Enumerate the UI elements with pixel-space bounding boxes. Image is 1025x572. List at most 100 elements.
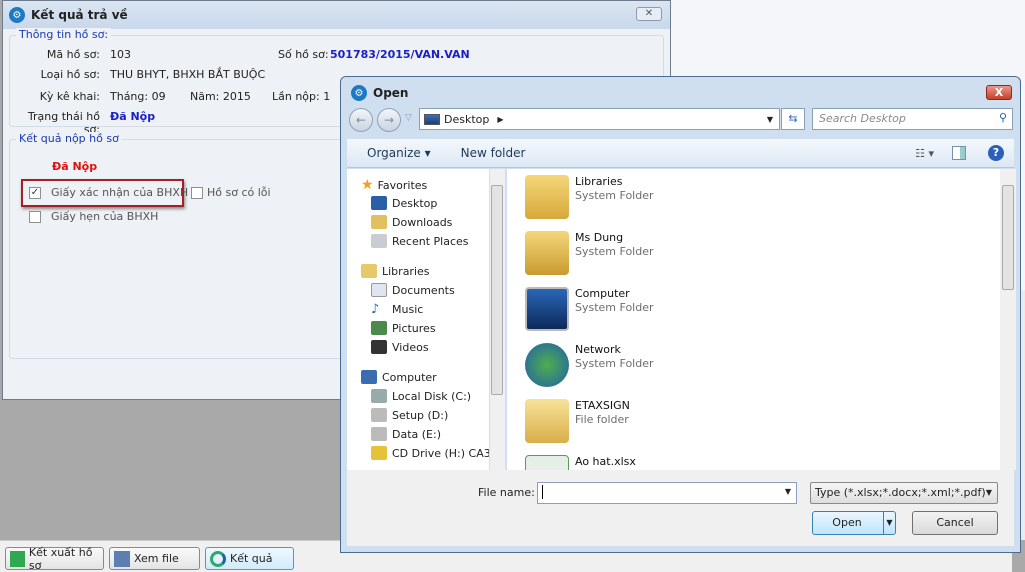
downloads-icon: [371, 215, 387, 229]
nav-label: CD Drive (H:) CA3: [392, 446, 491, 460]
address-bar[interactable]: Desktop ▶ ▼: [419, 108, 780, 130]
file-item[interactable]: Ms Dung System Folder: [525, 231, 654, 275]
label: Mã hồ sơ:: [46, 48, 100, 61]
search-icon: ⚲: [998, 111, 1007, 124]
organize-button[interactable]: Organize ▾: [367, 146, 431, 160]
nav-scrollbar-thumb[interactable]: [491, 185, 503, 395]
checkbox-label: Giấy hẹn của BHXH: [51, 210, 159, 223]
file-item[interactable]: Computer System Folder: [525, 287, 654, 331]
file-item[interactable]: Ao hat.xlsx: [525, 455, 636, 470]
nav-desktop[interactable]: Desktop: [371, 196, 437, 210]
nav-videos[interactable]: Videos: [371, 340, 429, 354]
file-list: Libraries System Folder Ms Dung System Fol…: [507, 169, 1000, 470]
nav-favorites[interactable]: ★ Favorites: [361, 177, 427, 193]
nav-cd-drive[interactable]: CD Drive (H:) CA3: [371, 446, 491, 460]
file-type-select[interactable]: Type (*.xlsx;*.docx;*.xml;*.pdf) ▼: [810, 482, 998, 504]
nav-local-disk[interactable]: Local Disk (C:): [371, 389, 471, 403]
button-label: Kết quả: [230, 552, 273, 565]
loai-ho-so: THU BHYT, BHXH BẮT BUỘC: [110, 68, 266, 81]
videos-icon: [371, 340, 387, 354]
open-dialog: ⚙ Open X ← → ▽ Desktop ▶ ▼ ⇆ Search Desktop…: [340, 76, 1021, 553]
view-file-icon: [114, 550, 130, 567]
file-name: Libraries: [575, 175, 623, 188]
file-name: Ao hat.xlsx: [575, 455, 636, 468]
back-button[interactable]: ←: [349, 108, 373, 132]
file-item[interactable]: ETAXSIGN File folder: [525, 399, 630, 443]
checkbox-ho-so-co-loi[interactable]: [191, 187, 203, 199]
refresh-icon: [210, 550, 226, 567]
computer-icon: [525, 287, 569, 331]
nav-documents[interactable]: Documents: [371, 283, 455, 297]
lan-nop: Lần nộp: 1: [272, 90, 331, 103]
folder-icon: [525, 399, 569, 443]
nav-label: Computer: [382, 370, 437, 384]
drive-icon: [371, 427, 387, 441]
preview-pane-icon[interactable]: [952, 146, 966, 160]
app-icon: ⚙: [9, 7, 25, 23]
file-item[interactable]: Network System Folder: [525, 343, 654, 387]
nav-libraries[interactable]: Libraries: [361, 264, 430, 278]
forward-button[interactable]: →: [377, 108, 401, 132]
file-list-scrollbar-thumb[interactable]: [1002, 185, 1014, 290]
excel-file-icon: [525, 455, 569, 470]
file-name-input[interactable]: ▼: [537, 482, 797, 504]
history-dropdown-icon[interactable]: ▽: [405, 113, 412, 123]
user-folder-icon: [525, 231, 569, 275]
dialog-title: Open: [373, 86, 409, 100]
desktop-icon: [424, 113, 440, 125]
nav-music[interactable]: ♪ Music: [371, 302, 424, 317]
open-split-dropdown-icon[interactable]: ▼: [883, 512, 895, 534]
address-dropdown-icon[interactable]: ▼: [767, 115, 773, 124]
ket-xuat-button[interactable]: Kết xuất hồ sơ: [5, 545, 104, 572]
ket-qua-button[interactable]: Kết quả: [205, 547, 294, 570]
button-label: Xem file: [134, 552, 179, 565]
new-folder-button[interactable]: New folder: [461, 146, 526, 160]
file-type: System Folder: [575, 357, 654, 370]
checkbox-giay-xac-nhan[interactable]: ✓: [29, 187, 41, 199]
nav-label: Music: [392, 302, 424, 316]
view-options-icon[interactable]: ☷ ▾: [915, 147, 934, 160]
label: Kỳ kê khai:: [39, 90, 100, 103]
star-icon: ★: [361, 177, 374, 193]
chevron-down-icon[interactable]: ▼: [785, 487, 791, 496]
file-type: File folder: [575, 413, 629, 426]
button-label: Open: [832, 516, 862, 529]
refresh-button[interactable]: ⇆: [781, 108, 805, 130]
close-button[interactable]: X: [986, 85, 1012, 100]
libraries-icon: [525, 175, 569, 219]
search-placeholder: Search Desktop: [819, 112, 906, 125]
checkbox-label: Giấy xác nhận của BHXH: [51, 186, 189, 199]
breadcrumb-arrow-icon[interactable]: ▶: [497, 115, 503, 124]
nav-data-drive[interactable]: Data (E:): [371, 427, 441, 441]
libraries-icon: [361, 264, 377, 278]
nav-label: Documents: [392, 283, 455, 297]
cancel-button[interactable]: Cancel: [912, 511, 998, 535]
xem-file-button[interactable]: Xem file: [109, 547, 200, 570]
nav-downloads[interactable]: Downloads: [371, 215, 452, 229]
drive-icon: [371, 408, 387, 422]
nav-recent-places[interactable]: Recent Places: [371, 234, 469, 248]
nav-pictures[interactable]: Pictures: [371, 321, 436, 335]
button-label: Kết xuất hồ sơ: [28, 545, 93, 572]
nav-label: Data (E:): [392, 427, 442, 441]
open-button[interactable]: Open ▼: [812, 511, 896, 535]
nav-label: Recent Places: [392, 234, 469, 248]
nav-computer[interactable]: Computer: [361, 370, 437, 384]
nav-label: Pictures: [392, 321, 436, 335]
nav-label: Videos: [392, 340, 429, 354]
network-icon: [525, 343, 569, 387]
drive-icon: [371, 389, 387, 403]
checkbox-label: Hồ sơ có lỗi: [207, 186, 271, 199]
help-icon[interactable]: ?: [988, 145, 1004, 161]
file-name: Network: [575, 343, 621, 356]
file-item[interactable]: Libraries System Folder: [525, 175, 654, 219]
search-input[interactable]: Search Desktop ⚲: [812, 108, 1013, 130]
checkbox-giay-hen[interactable]: [29, 211, 41, 223]
recent-places-icon: [371, 234, 387, 248]
navigation-pane: ★ Favorites Desktop Downloads Recent Plac…: [347, 169, 493, 470]
file-name-value: [542, 485, 543, 499]
title-bar: ⚙ Kết quả trả về: [3, 1, 670, 29]
nav-setup-drive[interactable]: Setup (D:): [371, 408, 448, 422]
group-label: Kết quả nộp hồ sơ: [16, 132, 122, 145]
close-button[interactable]: ✕: [636, 7, 662, 21]
